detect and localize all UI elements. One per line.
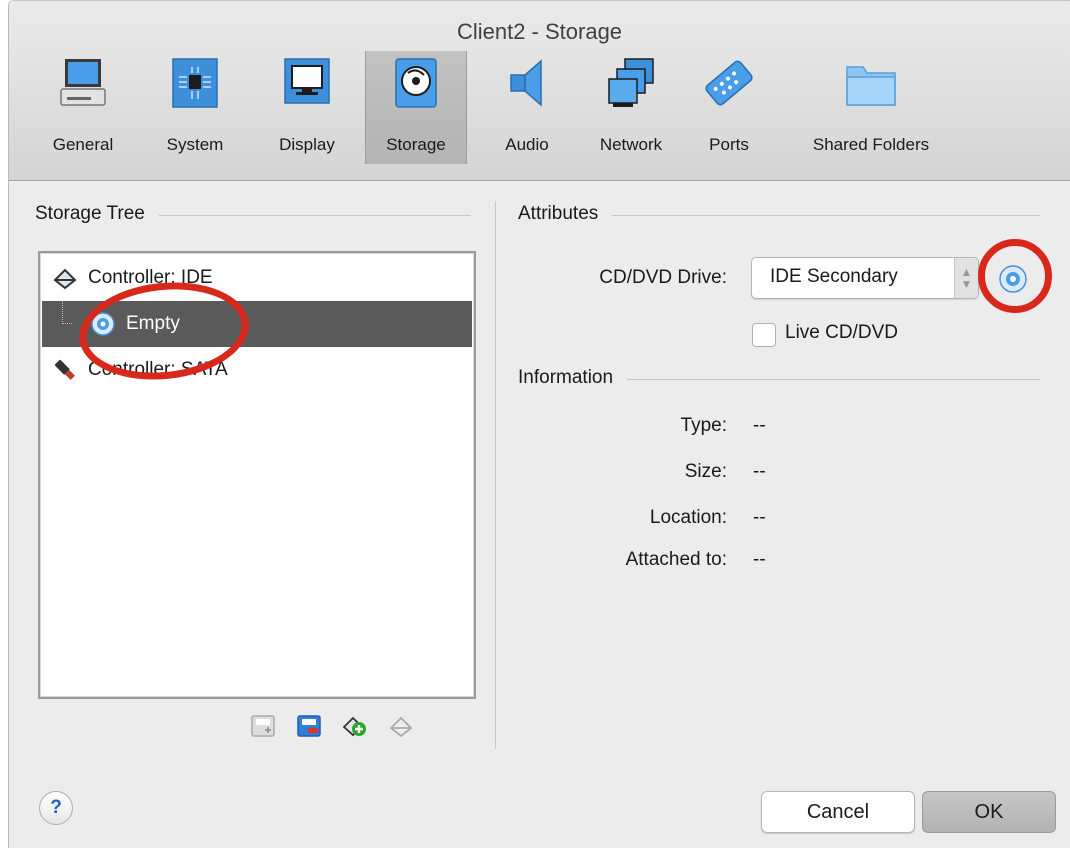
ok-button[interactable]: OK — [922, 791, 1056, 833]
storage-tree-title: Storage Tree — [35, 203, 159, 225]
attached-to-value: -- — [753, 549, 766, 570]
remove-controller-icon[interactable] — [388, 713, 414, 739]
tab-display[interactable]: Display — [261, 51, 353, 164]
size-value: -- — [753, 461, 766, 482]
tab-general-label: General — [52, 135, 114, 154]
settings-toolbar: Client2 - Storage General System Display… — [9, 1, 1070, 181]
type-label: Type: — [680, 415, 727, 436]
serial-port-icon — [705, 60, 753, 106]
live-cd-checkbox[interactable] — [752, 323, 776, 347]
monitor-icon — [60, 59, 106, 106]
tab-general[interactable]: General — [37, 51, 129, 164]
information-title: Information — [518, 367, 628, 389]
attached-to-label: Attached to: — [625, 549, 727, 570]
tab-display-label: Display — [279, 135, 335, 154]
tree-row-label: Empty — [126, 313, 180, 334]
choose-disk-button[interactable] — [997, 263, 1029, 295]
ide-controller-icon — [53, 268, 77, 290]
remove-attachment-icon[interactable] — [296, 713, 322, 739]
window-title: Client2 - Storage — [456, 19, 623, 44]
location-value: -- — [753, 507, 766, 528]
storage-settings-window: Client2 - Storage General System Display… — [8, 0, 1070, 848]
tab-storage-label: Storage — [386, 135, 446, 154]
add-attachment-icon[interactable] — [250, 713, 276, 739]
sata-controller-icon — [54, 359, 75, 380]
cd-dvd-drive-label: CD/DVD Drive: — [599, 267, 727, 288]
cd-dvd-drive-value: IDE Secondary — [770, 266, 898, 287]
storage-tree[interactable]: Controller: IDE Empty Controller: SATA — [38, 251, 476, 699]
folder-icon — [846, 66, 896, 106]
tree-row-empty-cd[interactable]: Empty — [42, 301, 472, 347]
tree-row-sata-controller[interactable]: Controller: SATA — [42, 347, 472, 393]
help-button[interactable]: ? — [39, 791, 73, 825]
add-controller-icon[interactable] — [342, 713, 368, 739]
attributes-title: Attributes — [518, 203, 613, 225]
disk-icon — [395, 58, 437, 108]
chevron-updown-icon: ▲ ▼ — [954, 258, 978, 298]
tab-network-label: Network — [599, 135, 663, 154]
network-icon — [608, 58, 654, 107]
display-icon — [284, 58, 330, 104]
live-cd-label: Live CD/DVD — [785, 322, 898, 343]
tab-shared-folders[interactable]: Shared Folders — [787, 51, 955, 164]
tab-ports[interactable]: Ports — [689, 51, 769, 164]
speaker-icon — [510, 59, 542, 107]
chip-icon — [172, 58, 218, 108]
tree-row-ide-controller[interactable]: Controller: IDE — [42, 255, 472, 301]
tab-system[interactable]: System — [149, 51, 241, 164]
tab-system-label: System — [166, 135, 224, 154]
tree-connector — [62, 301, 72, 324]
cd-dvd-drive-select[interactable]: IDE Secondary ▲ ▼ — [751, 257, 979, 299]
tree-row-label: Controller: SATA — [88, 359, 228, 380]
tab-network[interactable]: Network — [583, 51, 679, 164]
tab-storage[interactable]: Storage — [365, 51, 467, 164]
tab-ports-label: Ports — [709, 135, 749, 154]
tab-shared-folders-label: Shared Folders — [812, 135, 930, 154]
cd-dvd-icon — [91, 312, 115, 336]
location-label: Location: — [649, 507, 727, 528]
type-value: -- — [753, 415, 766, 436]
tab-audio[interactable]: Audio — [481, 51, 573, 164]
tree-row-label: Controller: IDE — [88, 267, 213, 288]
tab-audio-label: Audio — [505, 135, 549, 154]
size-label: Size: — [684, 461, 727, 482]
cancel-button[interactable]: Cancel — [761, 791, 915, 833]
